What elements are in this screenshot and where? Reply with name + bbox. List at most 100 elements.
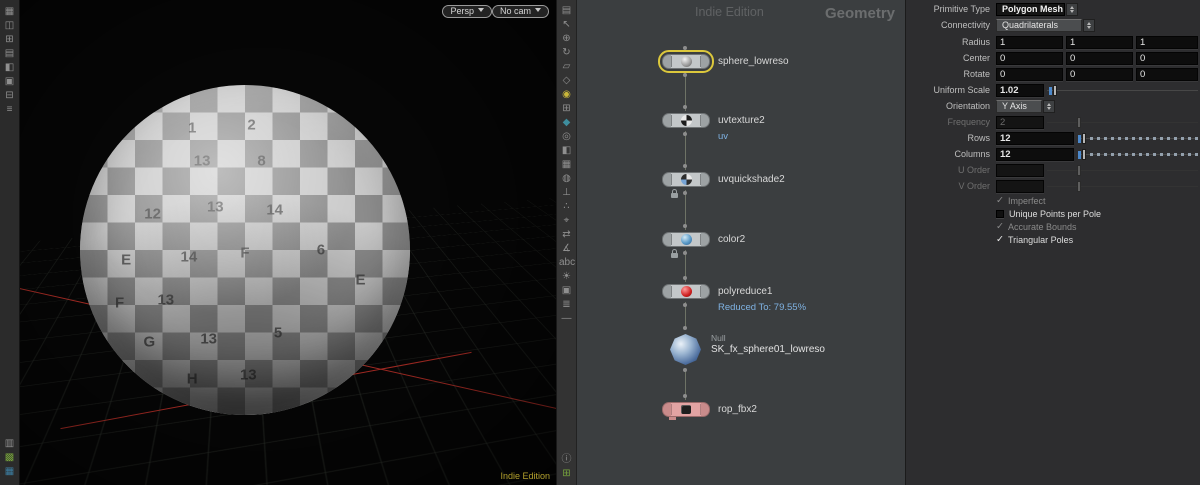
primitive-type-stepper[interactable]: [1066, 3, 1078, 16]
pane-tabs-icon[interactable]: ▤: [2, 47, 17, 61]
input-connector[interactable]: [683, 394, 687, 398]
text-overlay-icon[interactable]: abc: [559, 256, 575, 270]
view-tool-icon[interactable]: ◎: [559, 130, 574, 144]
param-row-u-order: U Order: [906, 163, 1200, 178]
panel-menu-icon[interactable]: ≡: [2, 103, 17, 117]
lock-icon: [671, 189, 678, 198]
lighting-icon[interactable]: ☀: [559, 270, 574, 284]
split-pane-icon[interactable]: ⊞: [2, 33, 17, 47]
output-connector[interactable]: [683, 132, 687, 136]
node-color2[interactable]: color2: [662, 224, 745, 255]
persp-view-menu[interactable]: Persp: [442, 5, 492, 18]
desktop-menu-icon[interactable]: ▦: [2, 5, 17, 19]
normals-icon[interactable]: ⊥: [559, 186, 574, 200]
node-rop-fbx2[interactable]: rop_fbx2: [662, 394, 757, 420]
input-connector[interactable]: [683, 164, 687, 168]
rows-field[interactable]: 12: [996, 132, 1074, 145]
output-connector[interactable]: [683, 251, 687, 255]
message-log-icon[interactable]: ▥: [2, 437, 17, 451]
render-flag[interactable]: [669, 417, 676, 420]
input-connector[interactable]: [683, 276, 687, 280]
input-connector[interactable]: [683, 326, 687, 330]
connectivity-dropdown[interactable]: Quadrilaterals: [996, 19, 1082, 32]
wireframe-icon[interactable]: ▦: [559, 158, 574, 172]
output-connector[interactable]: [683, 191, 687, 195]
pose-tool-icon[interactable]: ◇: [559, 74, 574, 88]
pin-panel-icon[interactable]: ◫: [2, 19, 17, 33]
network-watermark-context: Geometry: [824, 5, 895, 22]
checkbox-box-icon[interactable]: [996, 210, 1004, 218]
orientation-dropdown[interactable]: Y Axis: [996, 100, 1042, 113]
node-null-sk-fx-sphere01-lowreso[interactable]: [670, 334, 701, 365]
connectivity-stepper[interactable]: [1083, 19, 1095, 32]
center-z-field[interactable]: 0: [1136, 52, 1198, 65]
node-label: uvtexture2: [718, 115, 765, 126]
checkbox-accurate-bounds[interactable]: ✓ Accurate Bounds: [996, 221, 1077, 233]
node-polyreduce1[interactable]: polyreduce1 Reduced To: 79.55%: [662, 276, 806, 313]
param-row-orientation: Orientation Y Axis: [906, 99, 1200, 114]
viewport-menu-icon[interactable]: ▤: [559, 4, 574, 18]
input-connector[interactable]: [683, 224, 687, 228]
node-uvtexture2[interactable]: uvtexture2 uv: [662, 105, 765, 142]
rotate-y-field[interactable]: 0: [1066, 68, 1133, 81]
columns-slider[interactable]: [1078, 147, 1198, 162]
rotate-tool-icon[interactable]: ↻: [559, 46, 574, 60]
param-label: Primitive Type: [933, 4, 990, 14]
camera-lock-icon[interactable]: ▣: [559, 284, 574, 298]
center-x-field[interactable]: 0: [996, 52, 1063, 65]
input-connector[interactable]: [683, 105, 687, 109]
radius-z-field[interactable]: 1: [1136, 36, 1198, 49]
radius-x-field[interactable]: 1: [996, 36, 1063, 49]
snap-toggle-icon[interactable]: ◉: [559, 88, 574, 102]
param-label: Rotate: [963, 69, 990, 79]
maximize-pane-icon[interactable]: ▣: [2, 75, 17, 89]
viewport-watermark: Indie Edition: [500, 471, 550, 481]
node-comment: uv: [718, 131, 729, 142]
layout-left-icon[interactable]: ◧: [2, 61, 17, 75]
rows-slider[interactable]: [1078, 131, 1198, 146]
output-connector[interactable]: [683, 368, 687, 372]
grid-display-icon[interactable]: ⊞: [559, 467, 574, 481]
viewport-3d[interactable]: 12138121314E14F6F13EG135H13 Persp No cam…: [20, 0, 556, 485]
output-connector[interactable]: [683, 73, 687, 77]
scale-tool-icon[interactable]: ▱: [559, 60, 574, 74]
info-icon[interactable]: ⓘ: [559, 453, 574, 467]
stow-bar-icon[interactable]: ⊟: [2, 89, 17, 103]
param-label: Columns: [954, 149, 990, 159]
rotate-x-field[interactable]: 0: [996, 68, 1063, 81]
rop-fbx-node-icon: [681, 405, 691, 414]
shaded-mode-icon[interactable]: ◍: [559, 172, 574, 186]
output-connector[interactable]: [683, 303, 687, 307]
view-options-icon[interactable]: ≣: [559, 298, 574, 312]
select-tool-icon[interactable]: ↖: [559, 18, 574, 32]
grid-snap-icon[interactable]: ⊞: [559, 102, 574, 116]
uniform-scale-field[interactable]: 1.02: [996, 84, 1044, 97]
checkbox-triangular-poles[interactable]: ✓ Triangular Poles: [996, 234, 1073, 246]
handles-icon[interactable]: ⌖: [559, 214, 574, 228]
columns-field[interactable]: 12: [996, 148, 1074, 161]
checkbox-imperfect[interactable]: ✓ Imperfect: [996, 195, 1045, 207]
param-row-columns: Columns 12: [906, 147, 1200, 162]
translate-tool-icon[interactable]: ⊕: [559, 32, 574, 46]
takes-icon[interactable]: ▩: [2, 451, 17, 465]
angle-measure-icon[interactable]: ∡: [559, 242, 574, 256]
divider-icon[interactable]: —: [559, 312, 574, 326]
mirror-icon[interactable]: ⇄: [559, 228, 574, 242]
rotate-z-field[interactable]: 0: [1136, 68, 1198, 81]
performance-icon[interactable]: ▦: [2, 465, 17, 479]
network-editor[interactable]: Indie Edition Geometry sphere_lowreso uv…: [577, 0, 905, 485]
uniform-scale-slider[interactable]: [1047, 83, 1198, 98]
node-uvquickshade2[interactable]: uvquickshade2: [662, 164, 785, 195]
center-y-field[interactable]: 0: [1066, 52, 1133, 65]
checkbox-unique-points-per-pole[interactable]: Unique Points per Pole: [996, 208, 1101, 220]
points-display-icon[interactable]: ∴: [559, 200, 574, 214]
color-node-icon: [680, 234, 692, 245]
isolate-icon[interactable]: ◧: [559, 144, 574, 158]
input-connector[interactable]: [683, 46, 687, 50]
node-sphere-lowreso[interactable]: sphere_lowreso: [658, 46, 789, 77]
radius-y-field[interactable]: 1: [1066, 36, 1133, 49]
multisnap-icon[interactable]: ◆: [559, 116, 574, 130]
primitive-type-dropdown[interactable]: Polygon Mesh: [996, 3, 1065, 16]
orientation-stepper[interactable]: [1043, 100, 1055, 113]
camera-menu[interactable]: No cam: [491, 5, 549, 18]
